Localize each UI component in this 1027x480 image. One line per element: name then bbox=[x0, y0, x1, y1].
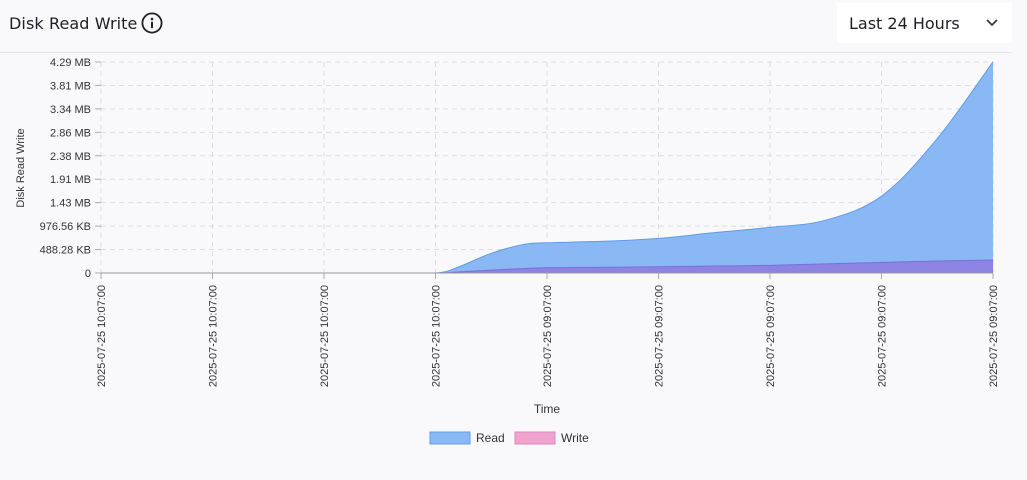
legend-swatch bbox=[429, 431, 471, 445]
x-axis-label: Time bbox=[534, 402, 561, 416]
time-range-dropdown[interactable]: Last 24 Hours bbox=[837, 3, 1012, 43]
disk-read-write-chart: 0 488.28 KB 976.56 KB 1.43 MB 1.91 MB 2.38 MB… bbox=[15, 57, 1000, 445]
chevron-down-icon bbox=[986, 19, 998, 26]
widget-title: Disk Read Write bbox=[9, 14, 138, 33]
info-icon[interactable] bbox=[141, 12, 163, 34]
y-tick-label: 0 bbox=[85, 268, 91, 280]
y-tick-label: 3.34 MB bbox=[50, 104, 91, 116]
y-tick-label: 4.29 MB bbox=[50, 57, 91, 69]
x-tick-label: 2025-07-25 10:07:00 bbox=[208, 285, 220, 387]
y-tick-label: 2.38 MB bbox=[50, 151, 91, 163]
y-axis-label: Disk Read Write bbox=[15, 128, 27, 207]
y-tick-label: 2.86 MB bbox=[50, 127, 91, 139]
y-tick-label: 1.43 MB bbox=[50, 198, 91, 210]
y-tick-label: 976.56 KB bbox=[40, 221, 91, 233]
y-tick-label: 488.28 KB bbox=[40, 245, 91, 257]
time-range-label: Last 24 Hours bbox=[849, 14, 960, 33]
x-tick-label: 2025-07-25 09:07:00 bbox=[542, 285, 554, 387]
x-tick-label: 2025-07-25 09:07:00 bbox=[765, 285, 777, 387]
legend-label: Read bbox=[476, 431, 505, 445]
x-tick-label: 2025-07-25 10:07:00 bbox=[96, 285, 108, 387]
y-tick-label: 3.81 MB bbox=[50, 80, 91, 92]
y-tick-label: 1.91 MB bbox=[50, 174, 91, 186]
disk-read-write-widget: Disk Read Write Last 24 Hours 0 488.28 KB… bbox=[0, 0, 1027, 480]
x-tick-label: 2025-07-25 09:07:00 bbox=[988, 285, 1000, 387]
x-tick-label: 2025-07-25 10:07:00 bbox=[319, 285, 331, 387]
x-tick-label: 2025-07-25 09:07:00 bbox=[877, 285, 889, 387]
x-tick-label: 2025-07-25 09:07:00 bbox=[654, 285, 666, 387]
legend-label: Write bbox=[561, 431, 589, 445]
widget-header: Disk Read Write Last 24 Hours bbox=[0, 0, 1012, 53]
x-tick-label: 2025-07-25 10:07:00 bbox=[431, 285, 443, 387]
legend-swatch bbox=[514, 431, 556, 445]
legend: Read Write bbox=[429, 431, 589, 445]
